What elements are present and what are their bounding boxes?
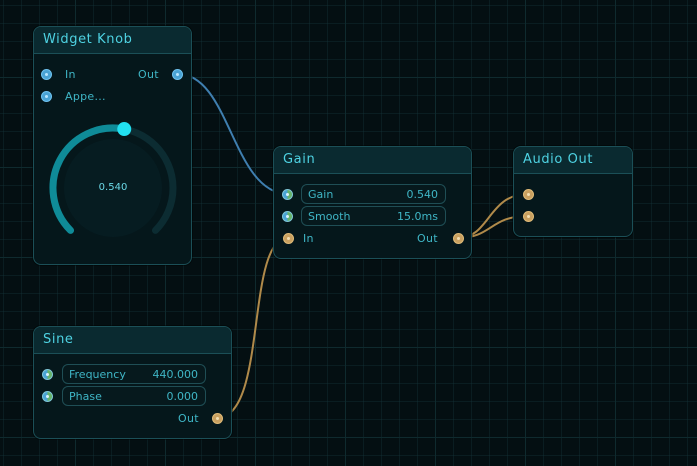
- knob-out-label: Out: [138, 68, 159, 81]
- smooth-param-value: 15.0ms: [397, 210, 438, 223]
- sine-out-label: Out: [178, 412, 199, 425]
- knob-value-readout: 0.540: [98, 182, 128, 193]
- widget-knob-title[interactable]: Widget Knob: [34, 27, 191, 54]
- gain-param-value: 0.540: [406, 188, 439, 201]
- smooth-param-name: Smooth: [308, 210, 351, 223]
- gain-in-label: In: [303, 232, 314, 245]
- frequency-param-value: 440.000: [152, 368, 199, 381]
- gain-param-field[interactable]: Gain 0.540: [301, 184, 446, 204]
- sine-node[interactable]: Sine Frequency 440.000 Phase 0.000 Out: [33, 326, 232, 439]
- phase-param-field[interactable]: Phase 0.000: [62, 386, 206, 406]
- frequency-param-field[interactable]: Frequency 440.000: [62, 364, 206, 384]
- phase-param-port[interactable]: [42, 391, 53, 402]
- gain-out-port[interactable]: [453, 233, 464, 244]
- wire-knob-out-to-gain-param[interactable]: [177, 73, 288, 195]
- gain-in-port[interactable]: [283, 233, 294, 244]
- audio-out-title[interactable]: Audio Out: [514, 147, 632, 174]
- knob-out-port[interactable]: [172, 69, 183, 80]
- sine-title[interactable]: Sine: [34, 327, 231, 354]
- gain-param-port[interactable]: [282, 189, 293, 200]
- smooth-param-field[interactable]: Smooth 15.0ms: [301, 206, 446, 226]
- frequency-param-port[interactable]: [42, 369, 53, 380]
- phase-param-name: Phase: [69, 390, 102, 403]
- knob-handle[interactable]: [117, 122, 132, 137]
- audio-out-right-port[interactable]: [523, 211, 534, 222]
- knob-in-label: In: [65, 68, 76, 81]
- gain-title[interactable]: Gain: [274, 147, 471, 174]
- knob-appearance-label: Appe...: [65, 90, 106, 103]
- knob-appearance-port[interactable]: [41, 91, 52, 102]
- smooth-param-port[interactable]: [282, 211, 293, 222]
- sine-out-port[interactable]: [212, 413, 223, 424]
- gain-param-name: Gain: [308, 188, 334, 201]
- audio-out-left-port[interactable]: [523, 189, 534, 200]
- frequency-param-name: Frequency: [69, 368, 126, 381]
- widget-knob-node[interactable]: Widget Knob In Out Appe... 0.540: [33, 26, 192, 265]
- knob-in-port[interactable]: [41, 69, 52, 80]
- phase-param-value: 0.000: [166, 390, 199, 403]
- audio-out-node[interactable]: Audio Out: [513, 146, 633, 237]
- gain-node[interactable]: Gain Gain 0.540 Smooth 15.0ms In Out: [273, 146, 472, 259]
- gain-out-label: Out: [417, 232, 438, 245]
